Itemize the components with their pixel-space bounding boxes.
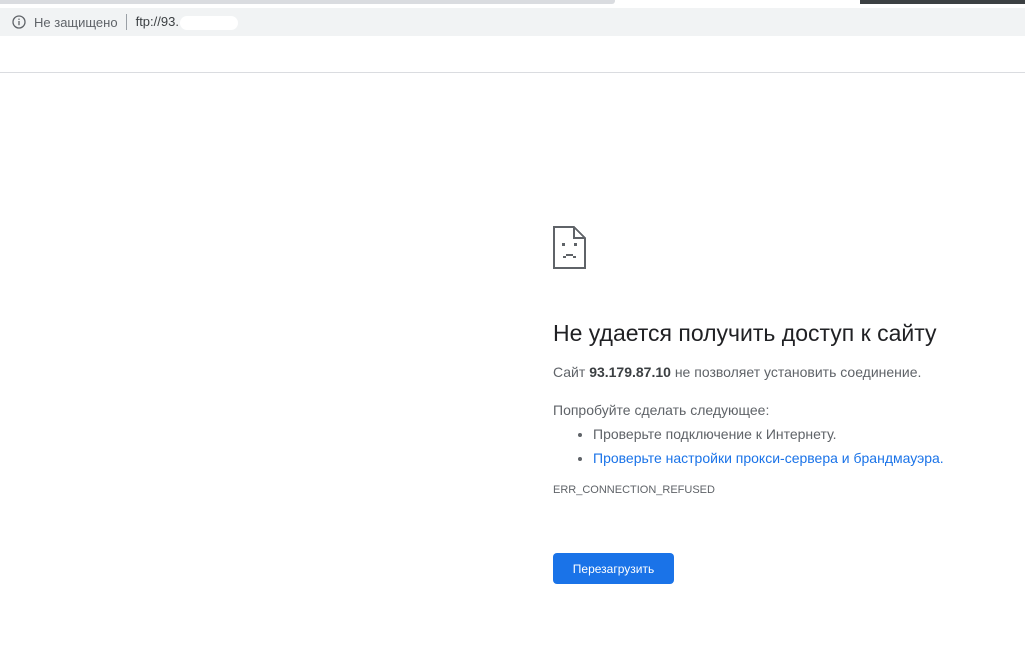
suggestion-item: Проверьте настройки прокси-сервера и бра… <box>593 446 993 470</box>
error-description: Сайт 93.179.87.10 не позволяет установит… <box>553 362 993 382</box>
description-suffix: не позволяет установить соединение. <box>670 364 922 380</box>
reload-button[interactable]: Перезагрузить <box>553 553 674 584</box>
address-separator <box>125 14 127 30</box>
suggestion-item: Проверьте подключение к Интернету. <box>593 422 993 446</box>
description-prefix: Сайт <box>553 364 590 380</box>
suggestions-list: Проверьте подключение к Интернету. Прове… <box>553 422 993 470</box>
window-corner <box>860 0 1025 4</box>
tab-strip <box>0 0 1025 8</box>
suggestion-proxy-firewall-link[interactable]: Проверьте настройки прокси-сервера и бра… <box>593 450 944 466</box>
url-visible-part: ftp://93. <box>135 14 179 30</box>
sad-document-icon <box>553 226 586 269</box>
error-host: 93.179.87.10 <box>589 364 671 380</box>
url-redaction <box>179 15 238 30</box>
error-title: Не удается получить доступ к сайту <box>553 320 937 346</box>
error-code: ERR_CONNECTION_REFUSED <box>553 484 715 496</box>
suggestion-check-connection: Проверьте подключение к Интернету. <box>593 426 837 442</box>
toolbar-divider <box>0 72 1025 73</box>
info-icon[interactable] <box>12 15 26 29</box>
suggestions-heading: Попробуйте сделать следующее: <box>553 402 770 418</box>
security-status-label[interactable]: Не защищено <box>34 15 118 30</box>
address-bar[interactable]: Не защищено ftp://93. <box>0 8 1025 36</box>
error-content: Не удается получить доступ к сайту Сайт … <box>553 226 993 584</box>
active-tab-edge <box>0 0 615 4</box>
url-text[interactable]: ftp://93. <box>136 14 238 30</box>
